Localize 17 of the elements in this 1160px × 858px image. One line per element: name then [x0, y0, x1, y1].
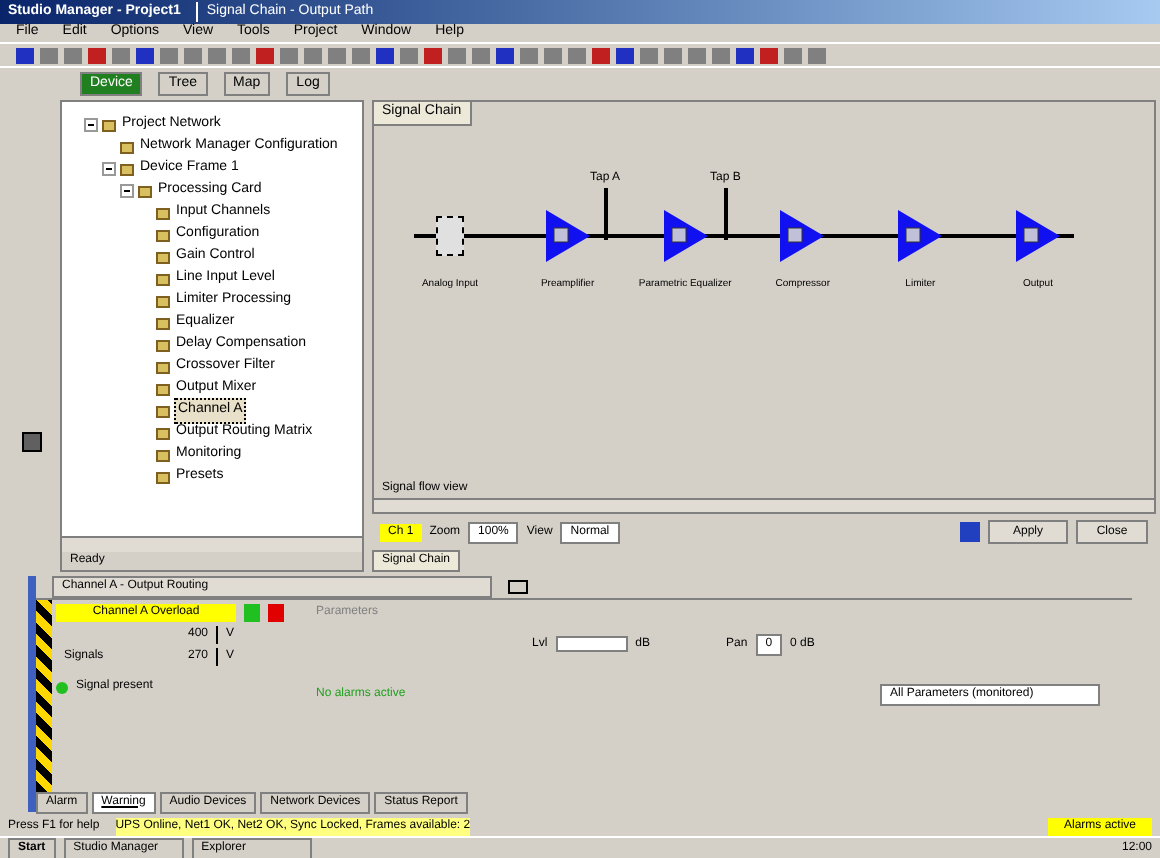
tap-line — [723, 187, 728, 239]
tap-line — [603, 187, 607, 239]
level-field[interactable] — [555, 636, 628, 652]
signal-status-icon — [56, 681, 68, 693]
status-fault-icon — [268, 604, 284, 622]
amplifier-icon[interactable] — [545, 209, 590, 261]
status-ok-icon — [244, 604, 260, 622]
input-source-icon[interactable] — [436, 215, 464, 255]
amplifier-icon[interactable] — [663, 209, 708, 261]
amplifier-icon[interactable] — [780, 209, 825, 261]
expander-icon[interactable] — [102, 162, 116, 176]
horizontal-scrollbar[interactable] — [62, 536, 362, 552]
horizontal-scrollbar[interactable] — [374, 498, 1154, 512]
expander-icon[interactable] — [120, 184, 134, 198]
amplifier-icon[interactable] — [898, 209, 943, 261]
amplifier-icon[interactable] — [1015, 209, 1060, 261]
expander-icon[interactable] — [84, 118, 98, 132]
